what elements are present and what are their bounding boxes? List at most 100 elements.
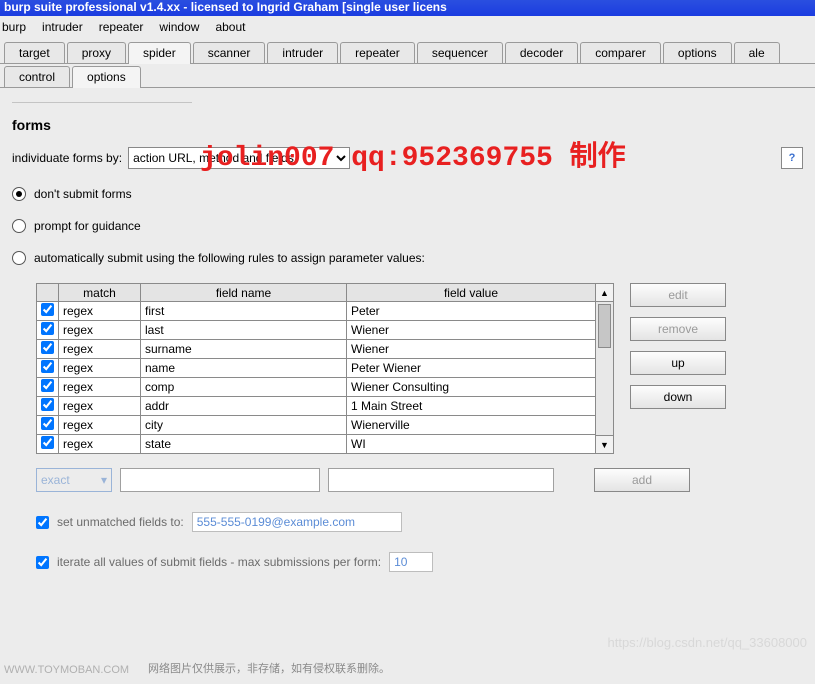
row-checkbox[interactable] [41, 360, 54, 373]
iterate-row: iterate all values of submit fields - ma… [36, 552, 803, 572]
cell-name: first [141, 302, 347, 321]
cell-value: Peter Wiener [347, 359, 596, 378]
tab-decoder[interactable]: decoder [505, 42, 578, 63]
col-value[interactable]: field value [347, 284, 596, 302]
tab-scanner[interactable]: scanner [193, 42, 266, 63]
unmatched-row: set unmatched fields to: [36, 512, 803, 532]
subtab-control[interactable]: control [4, 66, 70, 87]
table-row[interactable]: regexcompWiener Consulting [37, 378, 596, 397]
unmatched-checkbox[interactable] [36, 516, 49, 529]
col-name[interactable]: field name [141, 284, 347, 302]
content-panel: forms individuate forms by: action URL, … [0, 88, 815, 586]
rules-table: match field name field value regexfirstP… [36, 283, 596, 454]
radio-auto[interactable]: automatically submit using the following… [12, 251, 803, 265]
help-icon: ? [789, 152, 796, 164]
chevron-down-icon: ▾ [101, 473, 107, 487]
cell-match: regex [59, 340, 141, 359]
footer-note: 网络图片仅供展示，非存储，如有侵权联系删除。 [148, 660, 390, 676]
radio-icon [12, 219, 26, 233]
cell-match: regex [59, 321, 141, 340]
table-row[interactable]: regexfirstPeter [37, 302, 596, 321]
radio-label: prompt for guidance [34, 219, 141, 233]
row-checkbox[interactable] [41, 303, 54, 316]
tab-alerts[interactable]: ale [734, 42, 780, 63]
cell-name: surname [141, 340, 347, 359]
radio-icon [12, 187, 26, 201]
row-checkbox[interactable] [41, 436, 54, 449]
radio-prompt[interactable]: prompt for guidance [12, 219, 803, 233]
match-type-select[interactable]: exact ▾ [36, 468, 112, 492]
footer-site: WWW.TOYMOBAN.COM [4, 664, 129, 676]
scroll-down-icon[interactable]: ▼ [596, 435, 613, 453]
scroll-track[interactable] [596, 302, 613, 435]
cell-name: last [141, 321, 347, 340]
row-checkbox[interactable] [41, 398, 54, 411]
cell-value: Wiener [347, 340, 596, 359]
cell-match: regex [59, 378, 141, 397]
table-row[interactable]: regexstateWI [37, 435, 596, 454]
cell-match: regex [59, 397, 141, 416]
menu-intruder[interactable]: intruder [42, 20, 83, 34]
row-checkbox[interactable] [41, 322, 54, 335]
add-button[interactable]: add [594, 468, 690, 492]
cell-match: regex [59, 359, 141, 378]
add-name-input[interactable] [120, 468, 320, 492]
table-row[interactable]: regexnamePeter Wiener [37, 359, 596, 378]
cell-name: name [141, 359, 347, 378]
tab-spider[interactable]: spider [128, 42, 191, 64]
cell-name: comp [141, 378, 347, 397]
menu-repeater[interactable]: repeater [99, 20, 144, 34]
edit-button[interactable]: edit [630, 283, 726, 307]
iterate-checkbox[interactable] [36, 556, 49, 569]
tab-options[interactable]: options [663, 42, 732, 63]
cell-value: Wienerville [347, 416, 596, 435]
remove-button[interactable]: remove [630, 317, 726, 341]
radio-label: don't submit forms [34, 187, 132, 201]
tab-comparer[interactable]: comparer [580, 42, 661, 63]
unmatched-input[interactable] [192, 512, 402, 532]
menu-about[interactable]: about [215, 20, 245, 34]
menu-window[interactable]: window [159, 20, 199, 34]
table-row[interactable]: regexlastWiener [37, 321, 596, 340]
row-checkbox[interactable] [41, 379, 54, 392]
up-button[interactable]: up [630, 351, 726, 375]
col-match[interactable]: match [59, 284, 141, 302]
side-buttons: edit remove up down [630, 283, 726, 454]
unmatched-label: set unmatched fields to: [57, 515, 184, 529]
add-value-input[interactable] [328, 468, 554, 492]
tab-target[interactable]: target [4, 42, 65, 63]
radio-label: automatically submit using the following… [34, 251, 425, 265]
radio-dont-submit[interactable]: don't submit forms [12, 187, 803, 201]
individuate-label: individuate forms by: [12, 151, 122, 165]
cell-value: 1 Main Street [347, 397, 596, 416]
individuate-select[interactable]: action URL, method and fields [128, 147, 350, 169]
csdn-watermark: https://blog.csdn.net/qq_33608000 [608, 635, 808, 650]
table-row[interactable]: regexcityWienerville [37, 416, 596, 435]
row-checkbox[interactable] [41, 341, 54, 354]
menu-bar: burp intruder repeater window about [0, 16, 815, 38]
cell-match: regex [59, 302, 141, 321]
scroll-up-icon[interactable]: ▲ [596, 284, 613, 302]
rules-area: match field name field value regexfirstP… [36, 283, 803, 454]
down-button[interactable]: down [630, 385, 726, 409]
table-row[interactable]: regexaddr1 Main Street [37, 397, 596, 416]
col-check[interactable] [37, 284, 59, 302]
menu-burp[interactable]: burp [2, 20, 26, 34]
cell-value: Peter [347, 302, 596, 321]
tab-proxy[interactable]: proxy [67, 42, 126, 63]
scroll-thumb[interactable] [598, 304, 611, 348]
tab-sequencer[interactable]: sequencer [417, 42, 503, 63]
cell-name: addr [141, 397, 347, 416]
row-checkbox[interactable] [41, 417, 54, 430]
tab-intruder[interactable]: intruder [267, 42, 338, 63]
subtab-options[interactable]: options [72, 66, 141, 88]
sub-tab-row: control options [0, 64, 815, 88]
radio-icon [12, 251, 26, 265]
title-bar: burp suite professional v1.4.xx - licens… [0, 0, 815, 16]
iterate-input[interactable] [389, 552, 433, 572]
tab-repeater[interactable]: repeater [340, 42, 415, 63]
table-row[interactable]: regexsurnameWiener [37, 340, 596, 359]
table-scrollbar[interactable]: ▲ ▼ [596, 283, 614, 454]
cell-match: regex [59, 435, 141, 454]
help-button[interactable]: ? [781, 147, 803, 169]
